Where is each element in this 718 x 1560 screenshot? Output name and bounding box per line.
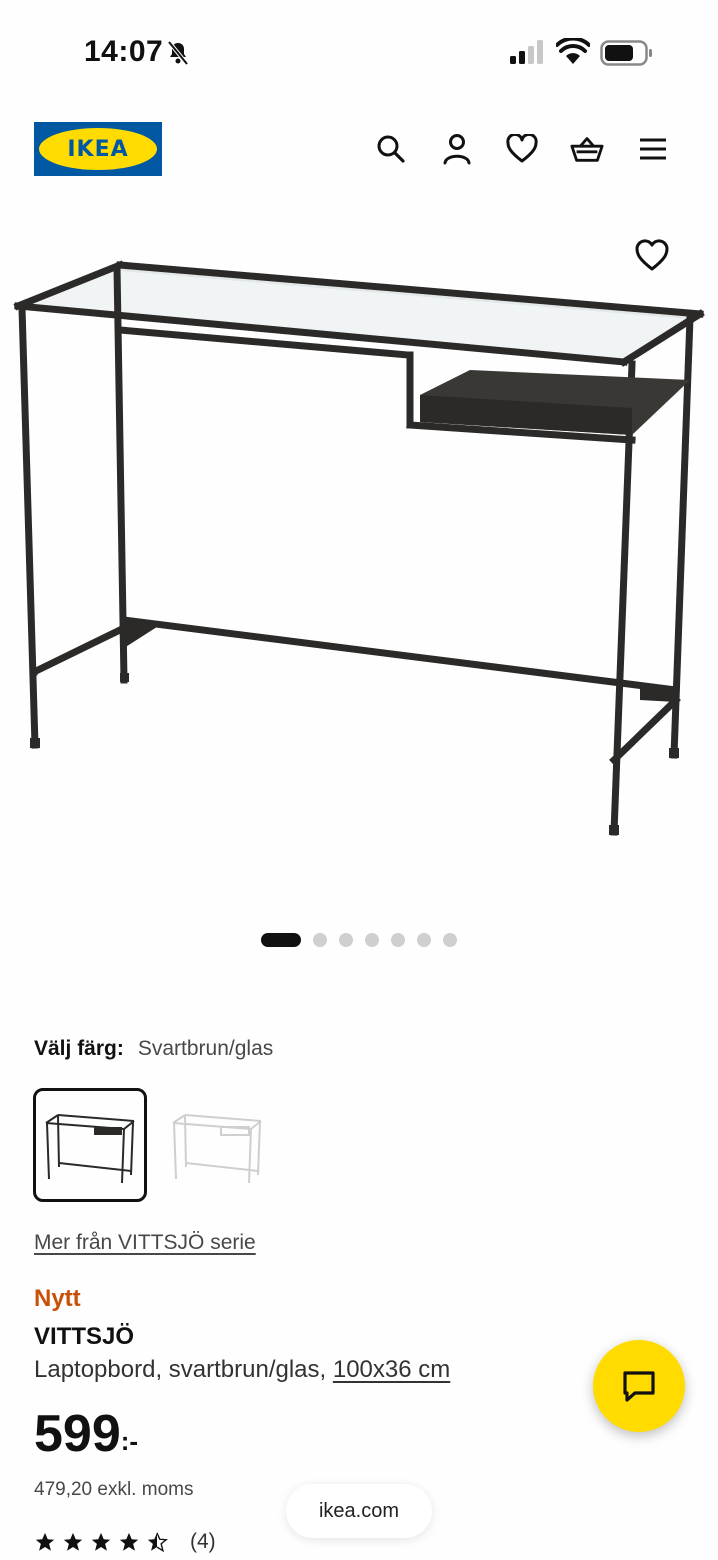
product-name: VITTSJÖ [34,1323,135,1350]
ikea-logo[interactable]: IKEA [34,122,162,176]
product-image[interactable] [0,220,718,900]
product-description-text: Laptopbord, svartbrun/glas, [34,1356,333,1383]
star-icon [63,1532,83,1551]
basket-icon [570,137,604,162]
cellular-signal-icon [510,40,543,64]
price-suffix: :- [120,1426,139,1456]
price-amount: 599 [34,1405,121,1463]
battery-icon [600,40,652,66]
carousel-dot[interactable] [339,933,353,947]
swatch-thumbnail-white [172,1114,262,1184]
carousel-dot[interactable] [365,933,379,947]
carousel-dot[interactable] [417,933,431,947]
search-icon [377,135,405,163]
status-time: 14:07 [84,35,164,68]
wifi-icon [556,38,590,64]
series-link[interactable]: Mer från VITTSJÖ serie [34,1231,256,1255]
user-icon [443,134,471,165]
search-button[interactable] [374,132,408,166]
account-button[interactable] [440,132,474,166]
color-swatch-white[interactable] [160,1088,274,1202]
status-bar: 14:07 [0,0,718,100]
price-excl-vat: 479,20 exkl. moms [34,1479,194,1500]
heart-icon [506,134,538,163]
site-header: IKEA [0,118,718,178]
bell-muted-icon [167,40,189,66]
carousel-dot[interactable] [443,933,457,947]
hamburger-menu-icon [640,138,666,160]
logo-oval: IKEA [39,128,157,170]
logo-text: IKEA [67,136,129,162]
new-badge: Nytt [34,1285,81,1312]
product-rating[interactable]: (4) [34,1530,216,1554]
product-size-link[interactable]: 100x36 cm [333,1356,450,1383]
half-star-icon [147,1532,168,1553]
carousel-dot[interactable] [261,933,301,947]
menu-button[interactable] [636,132,670,166]
image-carousel-dots [261,933,457,947]
rating-count: (4) [190,1530,216,1553]
product-description: Laptopbord, svartbrun/glas, 100x36 cm [34,1356,450,1384]
color-value: Svartbrun/glas [137,1037,274,1060]
color-label: Välj färg: [34,1037,124,1060]
cart-button[interactable] [570,132,604,166]
star-icon [35,1532,55,1551]
add-to-favourites-icon[interactable] [634,238,670,274]
product-price: 599 :- [34,1408,138,1460]
chat-bubble-icon [623,1371,655,1402]
star-icon [91,1532,111,1551]
chat-button[interactable] [593,1340,685,1432]
star-icon [119,1532,139,1551]
carousel-dot[interactable] [313,933,327,947]
color-selector: Välj färg: Svartbrun/glas [34,1037,273,1061]
favourites-button[interactable] [505,132,539,166]
carousel-dot[interactable] [391,933,405,947]
browser-url-bar[interactable]: ikea.com [286,1484,432,1538]
swatch-thumbnail-dark [45,1114,135,1184]
color-swatch-black-brown[interactable] [33,1088,147,1202]
